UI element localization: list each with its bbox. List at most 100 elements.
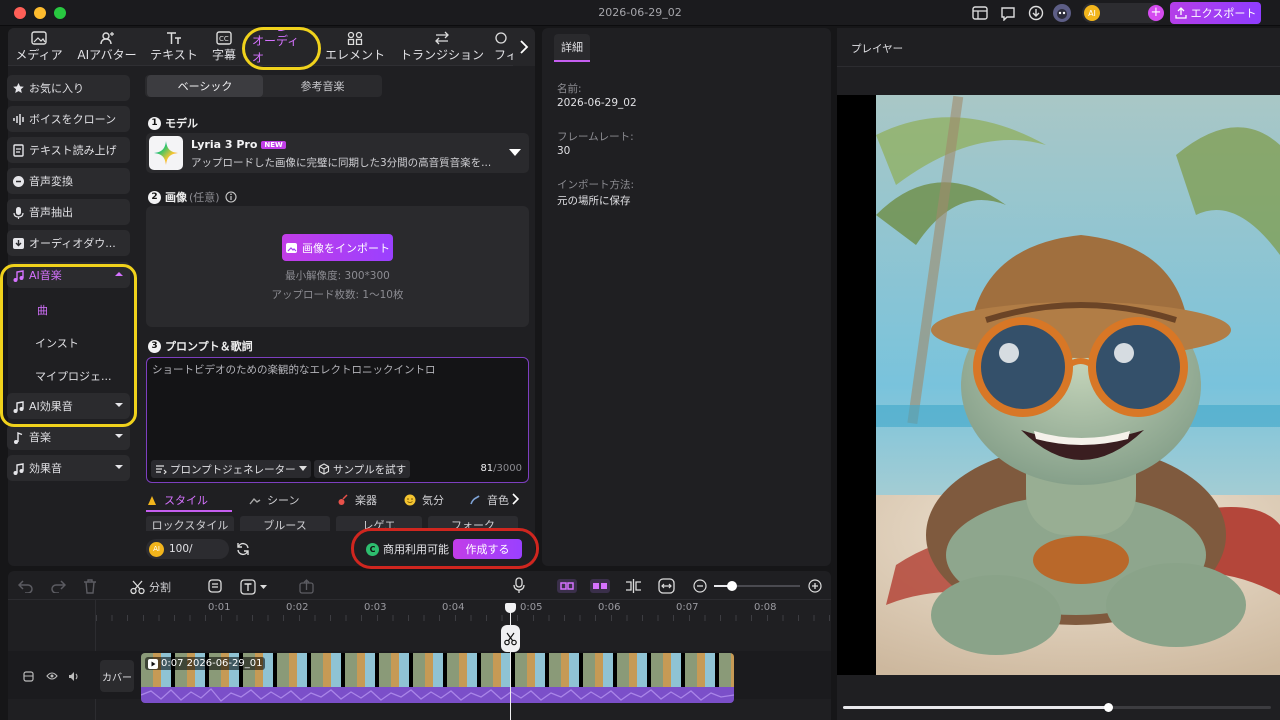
sidebar-item-voice-changer[interactable]: 音声変換 [7, 168, 130, 194]
chain-icon [593, 583, 607, 589]
sidebar-item-favorites[interactable]: お気に入り [7, 75, 130, 101]
sound-effect-icon [13, 462, 24, 475]
export-label: エクスポート [1190, 7, 1257, 20]
feedback-icon[interactable] [998, 3, 1018, 23]
category-tab-mood[interactable]: 気分 [404, 492, 444, 508]
style-chip-blues[interactable]: ブルース [240, 516, 330, 531]
prompt-section-heading: 3 プロンプト＆歌詞 [148, 338, 253, 354]
track-volume-icon[interactable] [68, 671, 80, 682]
microphone-icon[interactable] [513, 577, 525, 594]
tabs-scroll-right-button[interactable] [513, 28, 535, 66]
subtitle-track-icon[interactable] [208, 579, 222, 594]
style-chip-rock[interactable]: ロックスタイル [146, 516, 234, 531]
prompt-text: ショートビデオのための楽観的なエレクトロニックイントロ [152, 364, 436, 376]
tab-media[interactable]: メディア [14, 28, 64, 66]
chevron-right-icon [520, 40, 529, 54]
undo-icon[interactable] [18, 579, 34, 593]
tab-details[interactable]: 詳細 [554, 34, 590, 62]
tab-elements[interactable]: エレメント [324, 28, 386, 66]
tab-transitions[interactable]: トランジション [396, 28, 488, 66]
tab-ai-avatar[interactable]: AIアバター [76, 28, 138, 66]
chevron-down-icon [115, 465, 123, 469]
sidebar-item-audio-extract[interactable]: 音声抽出 [7, 199, 130, 225]
sidebar-item-audio-download[interactable]: オーディオダウ... [7, 230, 130, 256]
export-button[interactable]: エクスポート [1170, 2, 1261, 24]
zoom-out-icon[interactable] [693, 579, 707, 593]
track-visibility-icon[interactable] [46, 671, 58, 681]
player-title: プレイヤー [851, 43, 904, 55]
star-icon [13, 82, 24, 93]
model-description: アップロードした画像に完璧に同期した3分間の高音質音楽を... [191, 157, 492, 169]
link-icon [560, 582, 574, 590]
create-button-highlight [351, 528, 539, 569]
import-image-button[interactable]: 画像をインポート [282, 234, 393, 261]
video-clip[interactable]: 0:07 2026-06-29_01 [141, 653, 734, 703]
redo-icon[interactable] [50, 579, 66, 593]
try-sample-button[interactable]: サンプルを試す [314, 460, 411, 478]
segment-basic[interactable]: ベーシック [147, 75, 263, 97]
title-bar: 2026-06-29_02 AI + エクスポート [0, 0, 1280, 26]
playhead-split-button[interactable] [501, 625, 520, 652]
magnet-snap-button[interactable] [557, 579, 577, 593]
segment-reference-music[interactable]: 参考音楽 [265, 75, 380, 97]
prompt-generator-button[interactable]: プロンプトジェネレーター [151, 460, 311, 478]
refresh-icon[interactable] [236, 542, 250, 556]
audio-tab-highlight [242, 27, 321, 70]
category-tab-scene[interactable]: シーン [249, 492, 299, 508]
filter-icon [495, 32, 507, 44]
sidebar-item-voice-clone[interactable]: ボイスをクローン [7, 106, 130, 132]
credit-balance[interactable]: AI + [1082, 3, 1164, 23]
clip-label: 0:07 2026-06-29_01 [145, 657, 266, 670]
elements-icon [347, 31, 363, 45]
zoom-in-icon[interactable] [808, 579, 822, 593]
character-count: 81/3000 [480, 463, 522, 474]
smiley-icon [404, 494, 416, 506]
image-upload-area[interactable]: 画像をインポート 最小解像度: 300*300 アップロード枚数: 1〜10枚 [146, 206, 529, 327]
sidebar-item-text-to-speech[interactable]: テキスト読み上げ [7, 137, 130, 163]
tab-text[interactable]: テキスト [146, 28, 202, 66]
sidebar-item-sound-effects[interactable]: 効果音 [7, 455, 130, 481]
model-selector[interactable]: Lyria 3 Pro NEW アップロードした画像に完璧に同期した3分間の高音… [146, 133, 529, 173]
waveform-icon [13, 113, 24, 125]
video-preview[interactable] [876, 95, 1280, 675]
link-clips-button[interactable] [590, 579, 610, 593]
cover-button[interactable]: カバー [100, 660, 134, 692]
playhead-handle[interactable] [505, 603, 516, 613]
prompt-textarea[interactable]: ショートビデオのための楽観的なエレクトロニックイントロ プロンプトジェネレーター… [146, 357, 529, 483]
player-scrubber-handle[interactable] [1104, 703, 1113, 712]
import-method-label: インポート方法: [557, 179, 635, 191]
avatar[interactable] [1052, 3, 1072, 23]
info-icon[interactable] [225, 191, 237, 203]
time-tick: 0:07 [676, 602, 699, 613]
time-tick: 0:02 [286, 602, 309, 613]
style-icon [148, 495, 156, 505]
track-lock-icon[interactable] [23, 671, 34, 682]
import-method-value: 元の場所に保存 [557, 195, 631, 207]
microphone-icon [13, 206, 24, 219]
chevron-right-icon[interactable] [512, 493, 520, 505]
split-button[interactable]: 分割 [130, 577, 171, 597]
export-frame-icon[interactable] [299, 579, 314, 594]
music-icon [14, 431, 23, 444]
guitar-icon [338, 494, 348, 505]
timeline-ruler [96, 615, 831, 621]
min-resolution-text: 最小解像度: 300*300 [285, 270, 390, 282]
category-tab-style[interactable]: スタイル [147, 492, 208, 508]
category-tab-instrument[interactable]: 楽器 [337, 492, 377, 508]
layout-icon[interactable] [970, 3, 990, 23]
add-credit-icon[interactable]: + [1148, 5, 1164, 21]
tab-subtitles[interactable]: CC 字幕 [206, 28, 242, 66]
play-icon [148, 658, 158, 669]
text-track-button[interactable] [240, 577, 267, 597]
zoom-slider-handle[interactable] [727, 581, 737, 591]
fit-timeline-icon[interactable] [658, 578, 675, 594]
split-audio-icon[interactable] [625, 578, 642, 594]
voice-change-icon [13, 175, 24, 187]
player-progress-fill [843, 706, 1108, 709]
category-tab-timbre[interactable]: 音色 [469, 492, 509, 508]
media-icon [31, 31, 47, 45]
player-divider [837, 66, 1280, 67]
download-icon[interactable] [1026, 3, 1046, 23]
trash-icon[interactable] [83, 579, 97, 594]
sidebar-item-music[interactable]: 音楽 [7, 424, 130, 450]
